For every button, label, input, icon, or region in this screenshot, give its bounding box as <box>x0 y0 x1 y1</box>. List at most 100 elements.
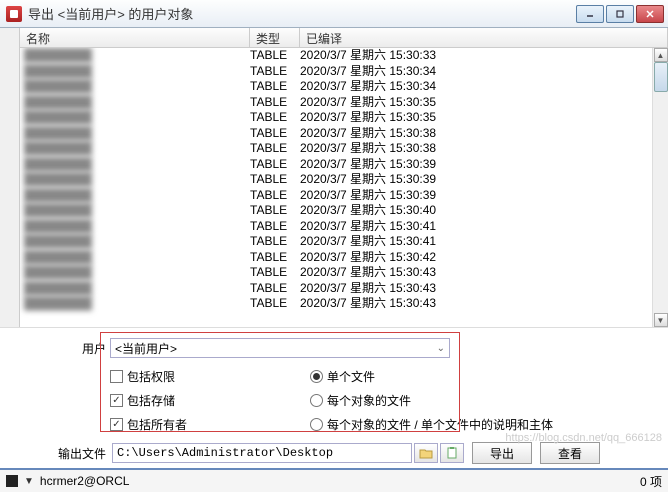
cell-compiled: 2020/3/7 星期六 15:30:34 <box>300 64 668 80</box>
table-row[interactable]: ████████TABLE2020/3/7 星期六 15:30:43 <box>20 296 668 312</box>
cell-type: TABLE <box>250 95 300 111</box>
vertical-scrollbar[interactable]: ▲ ▼ <box>652 48 668 327</box>
cell-name: ████████ <box>20 141 250 157</box>
cell-type: TABLE <box>250 219 300 235</box>
table-row[interactable]: ████████TABLE2020/3/7 星期六 15:30:42 <box>20 250 668 266</box>
table-row[interactable]: ████████TABLE2020/3/7 星期六 15:30:39 <box>20 157 668 173</box>
radio-icon <box>310 370 323 383</box>
cell-type: TABLE <box>250 126 300 142</box>
cell-type: TABLE <box>250 281 300 297</box>
cell-name: ████████ <box>20 250 250 266</box>
cell-compiled: 2020/3/7 星期六 15:30:33 <box>300 48 668 64</box>
output-file-input[interactable] <box>112 443 412 463</box>
object-table: 名称 类型 已编译 ████████TABLE2020/3/7 星期六 15:3… <box>0 28 668 328</box>
cell-name: ████████ <box>20 157 250 173</box>
scroll-thumb[interactable] <box>654 62 668 92</box>
cell-type: TABLE <box>250 172 300 188</box>
cell-name: ████████ <box>20 95 250 111</box>
table-row[interactable]: ████████TABLE2020/3/7 星期六 15:30:43 <box>20 265 668 281</box>
include-owner-checkbox[interactable]: ✓ 包括所有者 <box>110 414 310 434</box>
table-row[interactable]: ████████TABLE2020/3/7 星期六 15:30:41 <box>20 234 668 250</box>
user-select-value: <当前用户> <box>115 340 177 357</box>
table-row[interactable]: ████████TABLE2020/3/7 星期六 15:30:41 <box>20 219 668 235</box>
cell-compiled: 2020/3/7 星期六 15:30:43 <box>300 296 668 312</box>
cell-compiled: 2020/3/7 星期六 15:30:39 <box>300 172 668 188</box>
export-button[interactable]: 导出 <box>472 442 532 464</box>
status-count: 0 项 <box>640 473 662 490</box>
single-file-radio[interactable]: 单个文件 <box>310 366 650 386</box>
cell-type: TABLE <box>250 250 300 266</box>
table-gutter <box>0 28 20 327</box>
cell-compiled: 2020/3/7 星期六 15:30:34 <box>300 79 668 95</box>
column-name[interactable]: 名称 <box>20 28 250 47</box>
include-storage-checkbox[interactable]: ✓ 包括存储 <box>110 390 310 410</box>
cell-type: TABLE <box>250 188 300 204</box>
table-row[interactable]: ████████TABLE2020/3/7 星期六 15:30:34 <box>20 64 668 80</box>
cell-name: ████████ <box>20 296 250 312</box>
cell-name: ████████ <box>20 219 250 235</box>
column-type[interactable]: 类型 <box>250 28 300 47</box>
cell-name: ████████ <box>20 188 250 204</box>
cell-compiled: 2020/3/7 星期六 15:30:43 <box>300 281 668 297</box>
checkbox-icon <box>110 370 123 383</box>
close-button[interactable] <box>636 5 664 23</box>
include-privileges-checkbox[interactable]: 包括权限 <box>110 366 310 386</box>
table-header: 名称 类型 已编译 <box>20 28 668 48</box>
checkbox-icon: ✓ <box>110 418 123 431</box>
clipboard-icon <box>445 447 459 459</box>
output-file-label: 输出文件 <box>50 445 110 462</box>
table-row[interactable]: ████████TABLE2020/3/7 星期六 15:30:33 <box>20 48 668 64</box>
table-row[interactable]: ████████TABLE2020/3/7 星期六 15:30:35 <box>20 110 668 126</box>
status-dropdown-icon[interactable]: ▼ <box>24 476 34 487</box>
folder-icon <box>419 447 433 459</box>
checkbox-icon: ✓ <box>110 394 123 407</box>
window-title: 导出 <当前用户> 的用户对象 <box>28 4 576 23</box>
cell-name: ████████ <box>20 48 250 64</box>
status-connection: hcrmer2@ORCL <box>40 474 130 488</box>
cell-type: TABLE <box>250 79 300 95</box>
clipboard-button[interactable] <box>440 443 464 463</box>
cell-type: TABLE <box>250 157 300 173</box>
cell-compiled: 2020/3/7 星期六 15:30:38 <box>300 141 668 157</box>
table-row[interactable]: ████████TABLE2020/3/7 星期六 15:30:39 <box>20 188 668 204</box>
cell-compiled: 2020/3/7 星期六 15:30:38 <box>300 126 668 142</box>
file-per-object-radio[interactable]: 每个对象的文件 <box>310 390 650 410</box>
file-per-object-desc-radio[interactable]: 每个对象的文件 / 单个文件中的说明和主体 <box>310 414 650 434</box>
table-row[interactable]: ████████TABLE2020/3/7 星期六 15:30:39 <box>20 172 668 188</box>
cell-name: ████████ <box>20 203 250 219</box>
chevron-down-icon: ⌄ <box>437 343 445 354</box>
scroll-down-icon[interactable]: ▼ <box>654 313 668 327</box>
browse-button[interactable] <box>414 443 438 463</box>
cell-compiled: 2020/3/7 星期六 15:30:39 <box>300 188 668 204</box>
cell-type: TABLE <box>250 203 300 219</box>
cell-type: TABLE <box>250 48 300 64</box>
cell-type: TABLE <box>250 234 300 250</box>
cell-name: ████████ <box>20 281 250 297</box>
maximize-button[interactable] <box>606 5 634 23</box>
table-row[interactable]: ████████TABLE2020/3/7 星期六 15:30:43 <box>20 281 668 297</box>
cell-name: ████████ <box>20 126 250 142</box>
cell-name: ████████ <box>20 110 250 126</box>
cell-compiled: 2020/3/7 星期六 15:30:41 <box>300 234 668 250</box>
cell-name: ████████ <box>20 234 250 250</box>
table-row[interactable]: ████████TABLE2020/3/7 星期六 15:30:40 <box>20 203 668 219</box>
cell-name: ████████ <box>20 79 250 95</box>
radio-icon <box>310 394 323 407</box>
view-button[interactable]: 查看 <box>540 442 600 464</box>
cell-type: TABLE <box>250 141 300 157</box>
user-select[interactable]: <当前用户> ⌄ <box>110 338 450 358</box>
table-row[interactable]: ████████TABLE2020/3/7 星期六 15:30:38 <box>20 126 668 142</box>
table-row[interactable]: ████████TABLE2020/3/7 星期六 15:30:35 <box>20 95 668 111</box>
statusbar: ▼ hcrmer2@ORCL 0 项 <box>0 468 668 492</box>
titlebar: 导出 <当前用户> 的用户对象 <box>0 0 668 28</box>
table-row[interactable]: ████████TABLE2020/3/7 星期六 15:30:38 <box>20 141 668 157</box>
table-body[interactable]: ████████TABLE2020/3/7 星期六 15:30:33██████… <box>20 48 668 327</box>
radio-icon <box>310 418 323 431</box>
table-row[interactable]: ████████TABLE2020/3/7 星期六 15:30:34 <box>20 79 668 95</box>
cell-compiled: 2020/3/7 星期六 15:30:35 <box>300 95 668 111</box>
status-stop-icon[interactable] <box>6 475 18 487</box>
column-compiled[interactable]: 已编译 <box>300 28 668 47</box>
minimize-button[interactable] <box>576 5 604 23</box>
scroll-up-icon[interactable]: ▲ <box>654 48 668 62</box>
cell-type: TABLE <box>250 64 300 80</box>
